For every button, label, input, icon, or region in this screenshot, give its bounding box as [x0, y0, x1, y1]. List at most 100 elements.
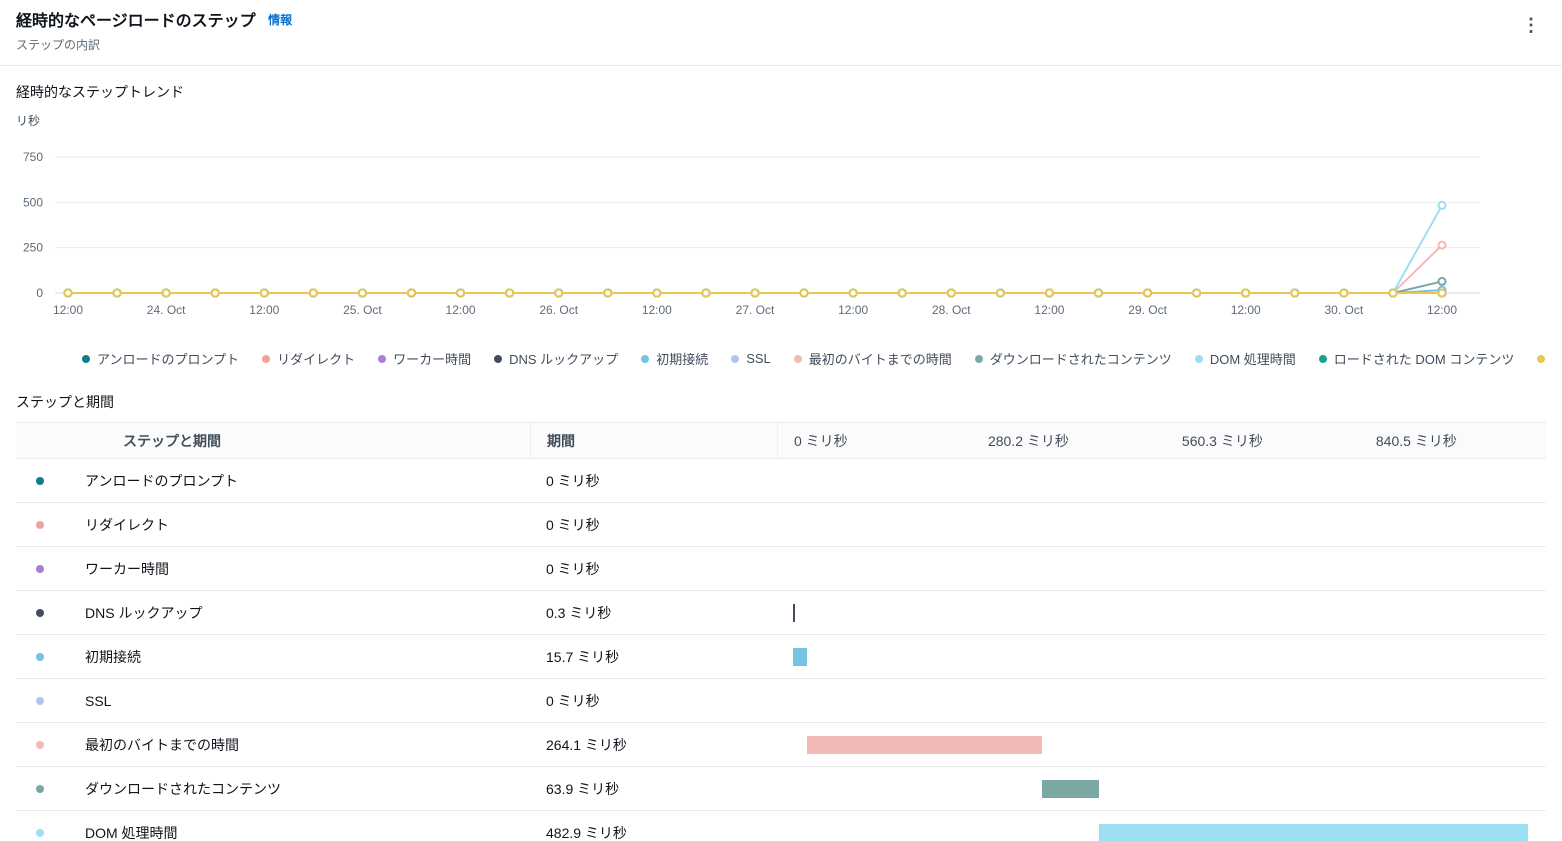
- step-name: DNS ルックアップ: [85, 604, 203, 621]
- step-color-cell: [16, 476, 64, 485]
- duration-bar-area: [793, 547, 1540, 590]
- panel-header: 経時的なページロードのステップ 情報 ステップの内訳 ⋮: [0, 0, 1562, 66]
- data-point-marker: [63, 288, 73, 298]
- data-point-marker: [1241, 288, 1251, 298]
- legend-item[interactable]: ダウンロードされたコンテンツ: [974, 349, 1172, 368]
- panel-subtitle: ステップの内訳: [16, 38, 101, 52]
- x-tick-label: 25. Oct: [343, 303, 382, 317]
- legend-label: アンロードのプロンプト: [97, 352, 240, 367]
- legend-label: 最初のバイトまでの時間: [808, 352, 952, 367]
- data-point-marker: [701, 288, 711, 298]
- legend-item[interactable]: SSL: [731, 349, 771, 368]
- table-row: ワーカー時間 0 ミリ秒: [16, 547, 1546, 591]
- legend-color-dot: [1318, 354, 1327, 363]
- x-tick-label: 12:00: [1231, 303, 1261, 317]
- data-point-marker: [1437, 200, 1447, 210]
- table-section-title: ステップと期間: [16, 394, 114, 410]
- table-row: 初期接続 15.7 ミリ秒: [16, 635, 1546, 679]
- x-tick-label: 27. Oct: [736, 303, 775, 317]
- data-point-marker: [1388, 288, 1398, 298]
- step-name: 最初のバイトまでの時間: [85, 736, 239, 753]
- data-point-marker: [554, 288, 564, 298]
- legend-color-dot: [974, 354, 983, 363]
- duration-axis-label: 280.2 ミリ秒: [987, 432, 1069, 449]
- step-duration-value: 0 ミリ秒: [546, 472, 600, 489]
- x-tick-label: 12:00: [838, 303, 868, 317]
- data-point-marker: [456, 288, 466, 298]
- step-color-cell: [16, 828, 64, 837]
- step-color-dot: [36, 696, 44, 705]
- legend-item[interactable]: ロード: [1537, 349, 1546, 368]
- duration-bar-cell: [777, 811, 1546, 841]
- legend-color-dot: [262, 354, 271, 363]
- column-header-duration-axis: 0 ミリ秒 280.2 ミリ秒 560.3 ミリ秒 840.5 ミリ秒: [777, 423, 1546, 458]
- y-tick-label: 750: [23, 150, 43, 164]
- legend-item[interactable]: アンロードのプロンプト: [82, 349, 239, 368]
- legend-item[interactable]: 最初のバイトまでの時間: [793, 349, 952, 368]
- duration-bar: [793, 603, 795, 622]
- x-tick-label: 12:00: [1427, 303, 1457, 317]
- column-header-duration[interactable]: 期間: [530, 423, 777, 458]
- step-color-cell: [16, 784, 64, 793]
- y-tick-label: 250: [23, 241, 43, 255]
- page-load-steps-panel: 経時的なページロードのステップ 情報 ステップの内訳 ⋮ 経時的なステップトレン…: [0, 0, 1562, 841]
- legend-item[interactable]: ロードされた DOM コンテンツ: [1318, 349, 1514, 368]
- legend-label: 初期接続: [656, 352, 709, 367]
- series-line: [68, 244, 1443, 294]
- table-row: 最初のバイトまでの時間 264.1 ミリ秒: [16, 723, 1546, 767]
- step-color-cell: [16, 652, 64, 661]
- x-tick-label: 12:00: [642, 303, 672, 317]
- step-duration-value: 63.9 ミリ秒: [546, 780, 620, 797]
- data-point-marker: [799, 288, 809, 298]
- kebab-menu-icon[interactable]: ⋮: [1512, 12, 1550, 38]
- step-color-dot: [36, 784, 44, 793]
- step-duration-value: 482.9 ミリ秒: [546, 824, 627, 841]
- step-color-cell: [16, 520, 64, 529]
- step-duration-value: 0 ミリ秒: [546, 560, 600, 577]
- trend-line-chart[interactable]: 0 250 500 750 12:00 24. Oct 12:00 25. Oct 12:00 2…: [16, 131, 1546, 321]
- x-tick-label: 28. Oct: [932, 303, 971, 317]
- data-point-marker: [1143, 288, 1153, 298]
- table-row: DOM 処理時間 482.9 ミリ秒: [16, 811, 1546, 841]
- duration-bar-cell: [777, 459, 1546, 502]
- info-link[interactable]: 情報: [268, 13, 292, 27]
- step-name: リダイレクト: [85, 516, 169, 533]
- data-point-marker: [995, 288, 1005, 298]
- step-name: 初期接続: [85, 648, 141, 665]
- x-tick-label: 24. Oct: [147, 303, 186, 317]
- step-color-dot: [36, 520, 44, 529]
- legend-item[interactable]: DNS ルックアップ: [494, 349, 618, 368]
- data-point-marker: [1290, 288, 1300, 298]
- duration-bar-cell: [777, 503, 1546, 546]
- y-tick-label: 500: [23, 195, 43, 209]
- table-row: アンロードのプロンプト 0 ミリ秒: [16, 459, 1546, 503]
- column-header-step[interactable]: ステップと期間: [16, 431, 530, 451]
- legend-color-dot: [82, 354, 90, 363]
- legend-color-dot: [378, 354, 387, 363]
- duration-bar-area: [793, 679, 1540, 722]
- data-point-marker: [1339, 288, 1349, 298]
- duration-bar-cell: [777, 547, 1546, 590]
- page-title-text: 経時的なページロードのステップ: [16, 13, 256, 30]
- data-point-marker: [946, 288, 956, 298]
- step-duration-value: 0.3 ミリ秒: [546, 604, 612, 621]
- legend-color-dot: [494, 354, 503, 363]
- data-point-marker: [1437, 276, 1447, 286]
- step-color-dot: [36, 652, 44, 661]
- series-line: [68, 204, 1443, 294]
- legend-item[interactable]: DOM 処理時間: [1194, 349, 1296, 368]
- steps-table-section: ステップと期間 ステップと期間 期間 0 ミリ秒 280.2 ミリ秒 560.3 ミ…: [0, 392, 1562, 841]
- legend-item[interactable]: ワーカー時間: [378, 349, 471, 368]
- duration-bar-cell: [777, 635, 1546, 678]
- duration-bar-area: [793, 723, 1540, 766]
- legend-color-dot: [641, 354, 650, 363]
- legend-item[interactable]: 初期接続: [641, 349, 708, 368]
- chart-title: 経時的なステップトレンド: [16, 84, 184, 100]
- legend-label: DOM 処理時間: [1209, 352, 1296, 367]
- duration-bar-area: [793, 811, 1540, 841]
- page-title: 経時的なページロードのステップ 情報: [16, 12, 292, 32]
- table-row: SSL 0 ミリ秒: [16, 679, 1546, 723]
- step-name: アンロードのプロンプト: [85, 472, 239, 489]
- legend-item[interactable]: リダイレクト: [262, 349, 355, 368]
- step-name: SSL: [85, 692, 112, 709]
